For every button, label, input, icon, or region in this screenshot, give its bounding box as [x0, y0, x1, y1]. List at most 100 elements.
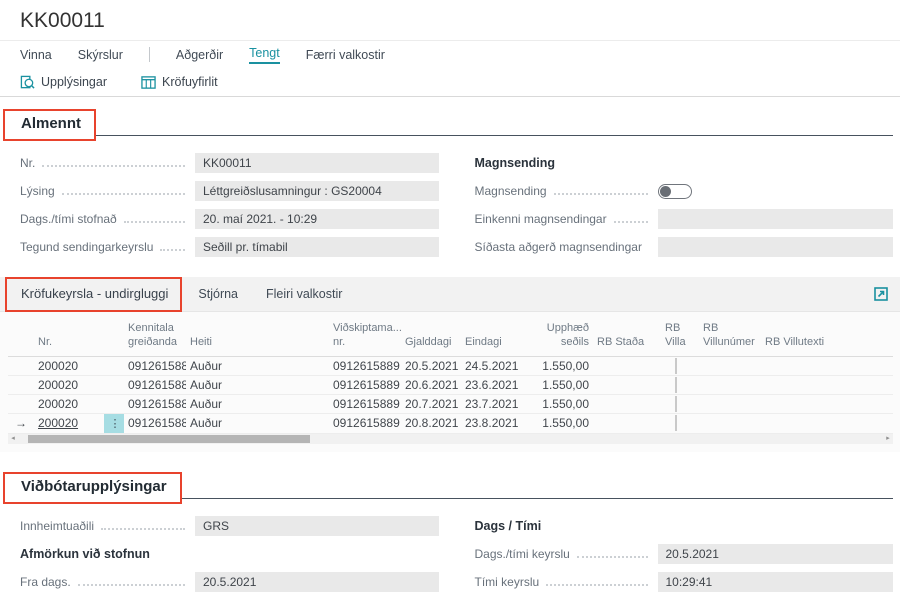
table-header-row: Nr. Kennitala greiðanda Heiti Viðskiptam… [8, 312, 893, 356]
field-dags-timi-keyrslu-input[interactable]: 20.5.2021 [658, 544, 894, 564]
field-fra-dags-input[interactable]: 20.5.2021 [195, 572, 439, 592]
open-in-window-icon [874, 287, 888, 301]
cell-rb-villunumer [699, 375, 761, 394]
cell-kennitala: 0912615889 [124, 394, 186, 413]
dotted-leader [614, 221, 648, 223]
cell-vidskiptanr-link[interactable]: 0912615889 [329, 375, 401, 394]
menu-item-tengt[interactable]: Tengt [249, 46, 280, 64]
section-title-vidbotar[interactable]: Viðbótarupplýsingar [21, 478, 167, 495]
field-tegund-sendingarkeyrslu: Tegund sendingarkeyrslu Seðill pr. tímab… [20, 233, 439, 261]
menu-item-faerri-valkostir[interactable]: Færri valkostir [306, 48, 385, 62]
col-nr[interactable]: Nr. [34, 312, 100, 356]
section-title-almennt[interactable]: Almennt [21, 115, 81, 132]
upplysingar-label: Upplýsingar [41, 75, 107, 89]
subpage-command-band: Kröfukeyrsla - undirgluggi Stjórna Fleir… [0, 277, 900, 312]
field-dags-timi-stofnad-input[interactable]: 20. maí 2021. - 10:29 [195, 209, 439, 229]
cell-upphaed-link[interactable]: 1.550,00 [535, 375, 593, 394]
row-gutter [8, 375, 34, 394]
cell-nr-link[interactable]: 200020 [38, 416, 78, 430]
table-row[interactable]: 200020 0912615889 Auður 0912615889 20.5.… [8, 356, 893, 375]
scrollbar-track[interactable] [18, 434, 883, 444]
krofukeyrsla-table: Nr. Kennitala greiðanda Heiti Viðskiptam… [8, 312, 893, 434]
col-heiti[interactable]: Heiti [186, 312, 329, 356]
col-rb-villa[interactable]: RB Villa [661, 312, 699, 356]
field-timi-keyrslu-input[interactable]: 10:29:41 [658, 572, 894, 592]
rb-villa-checkbox[interactable] [675, 358, 677, 374]
menu-item-skyrslur[interactable]: Skýrslur [78, 48, 123, 62]
info-lookup-icon [20, 75, 35, 90]
field-einkenni-magnsendingar-label: Einkenni magnsendingar [475, 212, 607, 226]
subpage-menu-stjorna[interactable]: Stjórna [198, 287, 238, 301]
cell-heiti: Auður [186, 413, 329, 433]
field-einkenni-magnsendingar-input[interactable] [658, 209, 894, 229]
field-tegund-sendingarkeyrslu-label: Tegund sendingarkeyrslu [20, 240, 153, 254]
cell-nr: 200020 [34, 394, 100, 413]
subpage-menu-fleiri-valkostir[interactable]: Fleiri valkostir [266, 287, 342, 301]
table-row[interactable]: 200020 0912615889 Auður 0912615889 20.6.… [8, 375, 893, 394]
table-row[interactable]: 200020 0912615889 Auður 0912615889 20.7.… [8, 394, 893, 413]
horizontal-scrollbar[interactable]: ◂ ▸ [8, 434, 893, 444]
col-eindagi[interactable]: Eindagi [461, 312, 535, 356]
row-context-menu-button[interactable]: ⋮ [104, 414, 124, 433]
cell-vidskiptanr-link[interactable]: 0912615889 [329, 356, 401, 375]
cell-nr: 200020 [34, 356, 100, 375]
ellipsis-icon: ⋮ [110, 417, 121, 430]
col-gjalddagi[interactable]: Gjalddagi [401, 312, 461, 356]
field-einkenni-magnsendingar: Einkenni magnsendingar [475, 205, 894, 233]
field-tegund-sendingarkeyrslu-input[interactable]: Seðill pr. tímabil [195, 237, 439, 257]
cell-vidskiptanr-link[interactable]: 0912615889 [329, 394, 401, 413]
section-vidbotar-header: Viðbótarupplýsingar [3, 472, 893, 504]
rb-villa-checkbox[interactable] [675, 415, 677, 431]
scroll-left-arrow-icon[interactable]: ◂ [8, 434, 18, 444]
cell-heiti: Auður [186, 394, 329, 413]
col-kennitala[interactable]: Kennitala greiðanda [124, 312, 186, 356]
cell-heiti: Auður [186, 356, 329, 375]
almennt-fields: Nr. KK00011 Lýsing Léttgreiðslusamningur… [0, 147, 900, 261]
cell-rb-villutexti [761, 394, 893, 413]
magnsending-toggle[interactable] [658, 184, 692, 199]
cell-vidskiptanr-link[interactable]: 0912615889 [329, 413, 401, 433]
cell-upphaed-link[interactable]: 1.550,00 [535, 394, 593, 413]
col-upphaed-sedils[interactable]: Upphæð seðils [535, 312, 593, 356]
field-nr-input[interactable]: KK00011 [195, 153, 439, 173]
table-row-selected[interactable]: → 200020 ⋮ 0912615889 Auður 0912615889 2… [8, 413, 893, 433]
field-sidasta-adgerd-magnsendingar-input[interactable] [658, 237, 894, 257]
dotted-leader [124, 221, 185, 223]
field-lysing-input[interactable]: Léttgreiðslusamningur : GS20004 [195, 181, 439, 201]
dotted-leader [554, 193, 648, 195]
dotted-leader [160, 249, 185, 251]
rb-villa-checkbox[interactable] [675, 396, 677, 412]
annotation-box-subpage: Kröfukeyrsla - undirgluggi [5, 277, 182, 312]
field-lysing: Lýsing Léttgreiðslusamningur : GS20004 [20, 177, 439, 205]
section-almennt-header: Almennt [3, 109, 893, 141]
cell-row-menu [100, 394, 124, 413]
cell-rb-villutexti [761, 356, 893, 375]
menu-item-vinna[interactable]: Vinna [20, 48, 52, 62]
open-in-window-button[interactable] [874, 287, 888, 301]
subpage-title: Kröfukeyrsla - undirgluggi [21, 286, 168, 301]
scrollbar-thumb[interactable] [28, 435, 310, 443]
cell-eindagi: 23.8.2021 [461, 413, 535, 433]
cell-upphaed-link[interactable]: 1.550,00 [535, 356, 593, 375]
col-rb-stada[interactable]: RB Staða [593, 312, 661, 356]
selected-row-marker-icon: → [8, 413, 34, 433]
cell-upphaed-link[interactable]: 1.550,00 [535, 413, 593, 433]
krofuyfirlit-label: Kröfuyfirlit [162, 75, 218, 89]
cell-eindagi: 23.6.2021 [461, 375, 535, 394]
almennt-right-column: Magnsending Magnsending Einkenni magnsen… [475, 149, 894, 261]
rb-villa-checkbox[interactable] [675, 377, 677, 393]
menu-item-adgerdir[interactable]: Aðgerðir [176, 48, 223, 62]
col-vidskiptanr[interactable]: Viðskiptama... nr. [329, 312, 401, 356]
col-rb-villutexti[interactable]: RB Villutexti [761, 312, 893, 356]
field-innheimtuadili-input[interactable]: GRS [195, 516, 439, 536]
scroll-right-arrow-icon[interactable]: ▸ [883, 434, 893, 444]
cell-rb-villunumer [699, 356, 761, 375]
field-nr-label: Nr. [20, 156, 35, 170]
dotted-leader [546, 584, 647, 586]
upplysingar-button[interactable]: Upplýsingar [20, 75, 107, 90]
cell-rb-stada [593, 356, 661, 375]
field-nr: Nr. KK00011 [20, 149, 439, 177]
krofuyfirlit-button[interactable]: Kröfuyfirlit [141, 75, 218, 90]
cell-row-menu: ⋮ [100, 413, 124, 433]
col-rb-villunumer[interactable]: RB Villunúmer [699, 312, 761, 356]
